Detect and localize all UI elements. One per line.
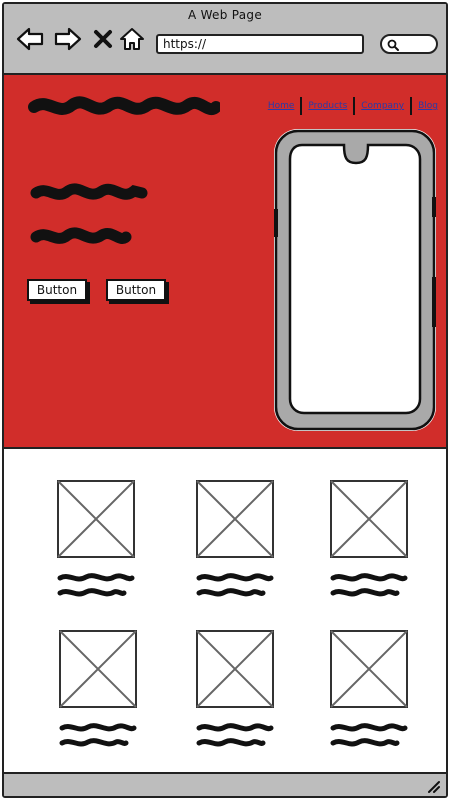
product-text-scribble	[59, 723, 137, 747]
hero-button-primary[interactable]: Button	[27, 279, 87, 301]
product-card[interactable]	[195, 479, 275, 605]
resize-grip-icon[interactable]	[426, 779, 440, 793]
address-bar[interactable]: https://	[156, 34, 364, 54]
product-card[interactable]	[329, 479, 409, 605]
product-text-scribble	[196, 723, 274, 747]
image-placeholder-icon	[59, 630, 137, 708]
product-card[interactable]	[58, 629, 138, 755]
nav-link-blog[interactable]: Blog	[412, 101, 444, 111]
product-card[interactable]	[56, 479, 136, 605]
nav-link-products[interactable]: Products	[302, 101, 353, 111]
image-placeholder-icon	[196, 480, 274, 558]
product-text-scribble	[330, 573, 408, 597]
forward-arrow-icon[interactable]	[54, 26, 82, 52]
hero-section: Home Products Company Blog Button Button	[4, 75, 446, 449]
search-icon	[387, 39, 399, 51]
product-text-scribble	[57, 573, 135, 597]
product-card[interactable]	[195, 629, 275, 755]
top-nav: Home Products Company Blog	[262, 97, 444, 115]
window-title: A Web Page	[187, 8, 263, 22]
back-arrow-icon[interactable]	[16, 26, 44, 52]
product-card[interactable]	[329, 629, 409, 755]
image-placeholder-icon	[330, 480, 408, 558]
product-grid	[4, 451, 446, 774]
nav-link-home[interactable]: Home	[262, 101, 301, 111]
browser-toolbar: A Web Page https://	[4, 4, 446, 75]
logo-scribble	[28, 96, 220, 115]
home-icon[interactable]	[118, 26, 146, 52]
image-placeholder-icon	[330, 630, 408, 708]
subheadline-scribble	[30, 227, 132, 244]
product-text-scribble	[196, 573, 274, 597]
close-x-icon[interactable]	[92, 26, 114, 52]
product-text-scribble	[330, 723, 408, 747]
image-placeholder-icon	[196, 630, 274, 708]
status-bar	[4, 772, 446, 796]
nav-link-company[interactable]: Company	[355, 101, 410, 111]
browser-window: A Web Page https:// Home Products Compan…	[2, 2, 448, 798]
image-placeholder-icon	[57, 480, 135, 558]
headline-scribble	[30, 183, 148, 200]
hero-button-secondary[interactable]: Button	[106, 279, 166, 301]
phone-mockup	[274, 129, 436, 431]
search-box[interactable]	[380, 34, 438, 54]
